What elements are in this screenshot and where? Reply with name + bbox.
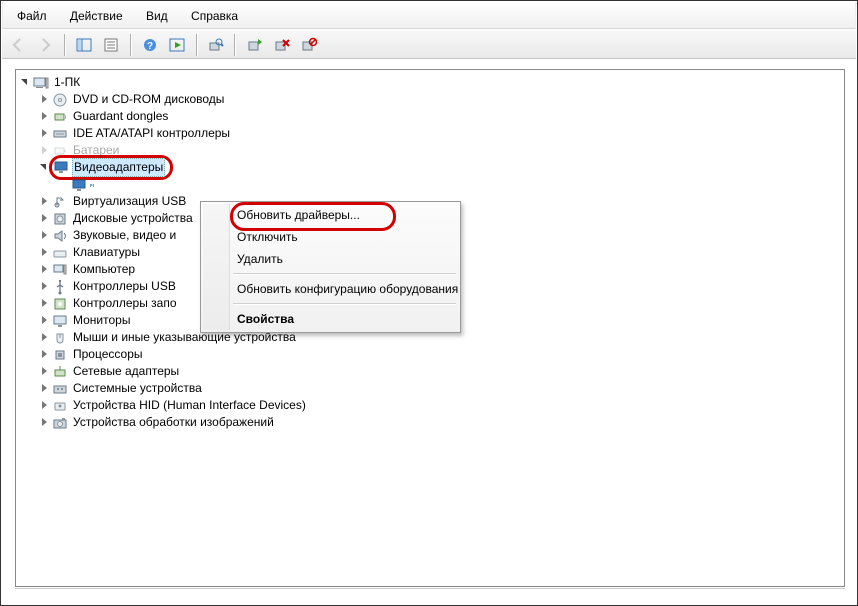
- context-menu-item[interactable]: Удалить: [203, 248, 458, 270]
- play-panel-icon: [169, 37, 185, 53]
- toolbar: ?: [2, 29, 856, 59]
- expander-icon[interactable]: [20, 77, 31, 88]
- expander-icon[interactable]: [39, 281, 50, 292]
- tree-node-label: [90, 184, 94, 186]
- tree-node[interactable]: DVD и CD-ROM дисководы: [39, 91, 844, 108]
- scan-icon: [208, 37, 224, 53]
- device-manager-window: Файл Действие Вид Справка ? 1-ПК: [0, 0, 858, 606]
- menu-view[interactable]: Вид: [136, 3, 178, 31]
- tree-node-label: Устройства обработки изображений: [71, 413, 276, 432]
- expander-icon[interactable]: [39, 196, 50, 207]
- help-icon: ?: [142, 37, 158, 53]
- expander-icon[interactable]: [39, 162, 50, 173]
- tree-node[interactable]: IDE ATA/ATAPI контроллеры: [39, 125, 844, 142]
- tree-node-label: Видеоадаптеры: [72, 158, 165, 177]
- tree-node[interactable]: Сетевые адаптеры: [39, 363, 844, 380]
- expander-icon[interactable]: [39, 417, 50, 428]
- context-menu-item[interactable]: Обновить конфигурацию оборудования: [203, 278, 458, 300]
- tree-node[interactable]: [58, 176, 844, 193]
- properties-icon: [103, 37, 119, 53]
- context-separator: [233, 273, 456, 275]
- expander-icon[interactable]: [39, 298, 50, 309]
- expander-icon[interactable]: [39, 383, 50, 394]
- menu-file[interactable]: Файл: [7, 3, 57, 31]
- nav-fwd-button: [33, 33, 57, 57]
- pc-icon: [52, 262, 68, 278]
- expander-icon[interactable]: [39, 111, 50, 122]
- usb-icon: [52, 279, 68, 295]
- scan-hardware-button[interactable]: [204, 33, 228, 57]
- expander-icon[interactable]: [39, 128, 50, 139]
- root-node[interactable]: 1-ПК: [20, 74, 844, 91]
- expander-icon[interactable]: [39, 400, 50, 411]
- tree-node[interactable]: Guardant dongles: [39, 108, 844, 125]
- dvd-icon: [52, 92, 68, 108]
- expander-icon[interactable]: [39, 315, 50, 326]
- tree-node[interactable]: Устройства HID (Human Interface Devices): [39, 397, 844, 414]
- disk-icon: [52, 211, 68, 227]
- usbv-icon: [52, 194, 68, 210]
- imaging-icon: [52, 415, 68, 431]
- uninstall-icon: [274, 37, 290, 53]
- mouse-icon: [52, 330, 68, 346]
- expander-icon[interactable]: [39, 332, 50, 343]
- panel-icon: [76, 37, 92, 53]
- tree-node[interactable]: Видеоадаптеры: [39, 159, 844, 176]
- expander-icon[interactable]: [39, 94, 50, 105]
- expander-icon[interactable]: [39, 349, 50, 360]
- tree-node[interactable]: Системные устройства: [39, 380, 844, 397]
- display-icon: [53, 159, 69, 175]
- arrow-left-icon: [10, 37, 26, 53]
- bat-icon: [52, 143, 68, 159]
- ide-icon: [52, 126, 68, 142]
- tree-node[interactable]: Устройства обработки изображений: [39, 414, 844, 431]
- expander-icon[interactable]: [39, 145, 50, 156]
- arrow-right-icon: [37, 37, 53, 53]
- audio-icon: [52, 228, 68, 244]
- svg-text:?: ?: [147, 41, 153, 52]
- computer-icon: [33, 75, 49, 91]
- display-icon: [71, 177, 87, 193]
- disable-icon: [301, 37, 317, 53]
- properties-button[interactable]: [99, 33, 123, 57]
- dongle-icon: [52, 109, 68, 125]
- menu-action[interactable]: Действие: [60, 3, 133, 31]
- expander-icon[interactable]: [39, 264, 50, 275]
- tree-node-label: Батареи: [71, 141, 121, 160]
- tree-node[interactable]: Процессоры: [39, 346, 844, 363]
- context-menu-item[interactable]: Свойства: [203, 308, 458, 330]
- update-driver-icon: [247, 37, 263, 53]
- highlight-ring: [230, 202, 396, 231]
- update-driver-button[interactable]: [243, 33, 267, 57]
- show-hide-tree-button[interactable]: [72, 33, 96, 57]
- context-menu: Обновить драйверы...ОтключитьУдалитьОбно…: [200, 201, 461, 333]
- menu-help[interactable]: Справка: [181, 3, 248, 31]
- sys-icon: [52, 381, 68, 397]
- uninstall-button[interactable]: [270, 33, 294, 57]
- nav-back-button: [6, 33, 30, 57]
- cpu-icon: [52, 347, 68, 363]
- device-tree[interactable]: 1-ПК DVD и CD-ROM дисководыGuardant dong…: [16, 70, 844, 91]
- hid-icon: [52, 398, 68, 414]
- net-icon: [52, 364, 68, 380]
- monitor-icon: [52, 313, 68, 329]
- scan-play-button[interactable]: [165, 33, 189, 57]
- expander-icon[interactable]: [39, 247, 50, 258]
- help-button[interactable]: ?: [138, 33, 162, 57]
- context-separator: [233, 303, 456, 305]
- disable-button[interactable]: [297, 33, 321, 57]
- kbd-icon: [52, 245, 68, 261]
- expander-icon[interactable]: [39, 230, 50, 241]
- expander-icon[interactable]: [39, 213, 50, 224]
- tree-node[interactable]: Батареи: [39, 142, 844, 159]
- storage-icon: [52, 296, 68, 312]
- menu-bar: Файл Действие Вид Справка: [2, 1, 856, 29]
- status-bar: [15, 588, 845, 601]
- expander-icon[interactable]: [39, 366, 50, 377]
